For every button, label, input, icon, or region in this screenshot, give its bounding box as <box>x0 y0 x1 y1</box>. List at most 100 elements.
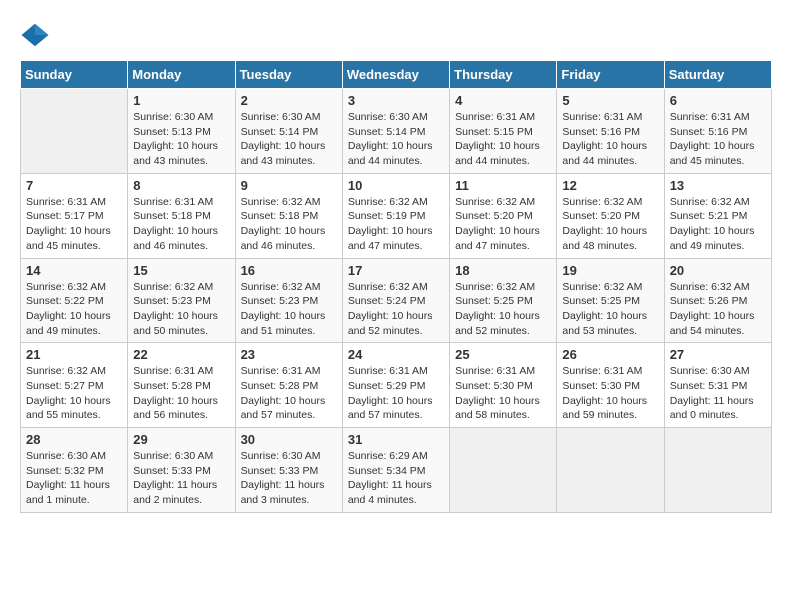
calendar-cell: 4 Sunrise: 6:31 AM Sunset: 5:15 PM Daylig… <box>450 89 557 174</box>
calendar-cell: 15 Sunrise: 6:32 AM Sunset: 5:23 PM Dayli… <box>128 258 235 343</box>
day-number: 18 <box>455 263 551 278</box>
calendar-cell: 12 Sunrise: 6:32 AM Sunset: 5:20 PM Dayli… <box>557 173 664 258</box>
day-info: Sunrise: 6:31 AM Sunset: 5:18 PM Dayligh… <box>133 195 229 254</box>
day-number: 28 <box>26 432 122 447</box>
calendar-header-row: SundayMondayTuesdayWednesdayThursdayFrid… <box>21 61 772 89</box>
day-number: 2 <box>241 93 337 108</box>
day-number: 5 <box>562 93 658 108</box>
calendar-cell: 24 Sunrise: 6:31 AM Sunset: 5:29 PM Dayli… <box>342 343 449 428</box>
calendar-cell: 26Sunrise: 6:31 AM Sunset: 5:30 PM Dayli… <box>557 343 664 428</box>
day-number: 17 <box>348 263 444 278</box>
day-info: Sunrise: 6:29 AM Sunset: 5:34 PM Dayligh… <box>348 449 444 508</box>
day-number: 21 <box>26 347 122 362</box>
calendar-cell: 31 Sunrise: 6:29 AM Sunset: 5:34 PM Dayli… <box>342 428 449 513</box>
day-of-week-header: Saturday <box>664 61 771 89</box>
calendar-cell: 3 Sunrise: 6:30 AM Sunset: 5:14 PM Daylig… <box>342 89 449 174</box>
day-info: Sunrise: 6:32 AM Sunset: 5:24 PM Dayligh… <box>348 280 444 339</box>
day-of-week-header: Sunday <box>21 61 128 89</box>
day-info: Sunrise: 6:30 AM Sunset: 5:14 PM Dayligh… <box>241 110 337 169</box>
day-number: 9 <box>241 178 337 193</box>
day-number: 10 <box>348 178 444 193</box>
calendar-cell: 28 Sunrise: 6:30 AM Sunset: 5:32 PM Dayli… <box>21 428 128 513</box>
day-info: Sunrise: 6:32 AM Sunset: 5:21 PM Dayligh… <box>670 195 766 254</box>
calendar-cell: 14 Sunrise: 6:32 AM Sunset: 5:22 PM Dayli… <box>21 258 128 343</box>
calendar-cell: 17 Sunrise: 6:32 AM Sunset: 5:24 PM Dayli… <box>342 258 449 343</box>
day-number: 20 <box>670 263 766 278</box>
day-info: Sunrise: 6:32 AM Sunset: 5:20 PM Dayligh… <box>562 195 658 254</box>
day-info: Sunrise: 6:30 AM Sunset: 5:32 PM Dayligh… <box>26 449 122 508</box>
calendar-week-row: 14 Sunrise: 6:32 AM Sunset: 5:22 PM Dayli… <box>21 258 772 343</box>
day-info: Sunrise: 6:30 AM Sunset: 5:13 PM Dayligh… <box>133 110 229 169</box>
day-number: 13 <box>670 178 766 193</box>
calendar-cell: 9 Sunrise: 6:32 AM Sunset: 5:18 PM Daylig… <box>235 173 342 258</box>
day-info: Sunrise: 6:32 AM Sunset: 5:26 PM Dayligh… <box>670 280 766 339</box>
day-of-week-header: Wednesday <box>342 61 449 89</box>
calendar-cell: 5 Sunrise: 6:31 AM Sunset: 5:16 PM Daylig… <box>557 89 664 174</box>
day-info: Sunrise: 6:32 AM Sunset: 5:25 PM Dayligh… <box>562 280 658 339</box>
calendar-cell: 7Sunrise: 6:31 AM Sunset: 5:17 PM Daylig… <box>21 173 128 258</box>
day-info: Sunrise: 6:30 AM Sunset: 5:14 PM Dayligh… <box>348 110 444 169</box>
calendar-cell: 11Sunrise: 6:32 AM Sunset: 5:20 PM Dayli… <box>450 173 557 258</box>
calendar-cell: 16 Sunrise: 6:32 AM Sunset: 5:23 PM Dayli… <box>235 258 342 343</box>
day-of-week-header: Tuesday <box>235 61 342 89</box>
day-number: 11 <box>455 178 551 193</box>
day-number: 3 <box>348 93 444 108</box>
calendar-cell: 13 Sunrise: 6:32 AM Sunset: 5:21 PM Dayli… <box>664 173 771 258</box>
calendar-cell <box>21 89 128 174</box>
day-number: 1 <box>133 93 229 108</box>
calendar-cell: 2 Sunrise: 6:30 AM Sunset: 5:14 PM Daylig… <box>235 89 342 174</box>
day-of-week-header: Monday <box>128 61 235 89</box>
calendar-cell: 23Sunrise: 6:31 AM Sunset: 5:28 PM Dayli… <box>235 343 342 428</box>
day-number: 14 <box>26 263 122 278</box>
day-of-week-header: Friday <box>557 61 664 89</box>
calendar-cell: 25 Sunrise: 6:31 AM Sunset: 5:30 PM Dayli… <box>450 343 557 428</box>
day-number: 16 <box>241 263 337 278</box>
day-number: 31 <box>348 432 444 447</box>
day-info: Sunrise: 6:30 AM Sunset: 5:33 PM Dayligh… <box>133 449 229 508</box>
day-number: 24 <box>348 347 444 362</box>
calendar-cell: 20 Sunrise: 6:32 AM Sunset: 5:26 PM Dayli… <box>664 258 771 343</box>
calendar-cell: 29Sunrise: 6:30 AM Sunset: 5:33 PM Dayli… <box>128 428 235 513</box>
calendar-week-row: 28 Sunrise: 6:30 AM Sunset: 5:32 PM Dayli… <box>21 428 772 513</box>
day-number: 6 <box>670 93 766 108</box>
day-info: Sunrise: 6:32 AM Sunset: 5:23 PM Dayligh… <box>133 280 229 339</box>
day-info: Sunrise: 6:32 AM Sunset: 5:27 PM Dayligh… <box>26 364 122 423</box>
calendar-cell <box>450 428 557 513</box>
day-info: Sunrise: 6:31 AM Sunset: 5:28 PM Dayligh… <box>241 364 337 423</box>
day-info: Sunrise: 6:31 AM Sunset: 5:16 PM Dayligh… <box>670 110 766 169</box>
day-info: Sunrise: 6:32 AM Sunset: 5:18 PM Dayligh… <box>241 195 337 254</box>
day-info: Sunrise: 6:32 AM Sunset: 5:22 PM Dayligh… <box>26 280 122 339</box>
day-number: 25 <box>455 347 551 362</box>
calendar-cell: 21 Sunrise: 6:32 AM Sunset: 5:27 PM Dayli… <box>21 343 128 428</box>
logo-icon <box>20 20 50 50</box>
day-info: Sunrise: 6:32 AM Sunset: 5:23 PM Dayligh… <box>241 280 337 339</box>
calendar-cell: 22Sunrise: 6:31 AM Sunset: 5:28 PM Dayli… <box>128 343 235 428</box>
day-info: Sunrise: 6:31 AM Sunset: 5:30 PM Dayligh… <box>455 364 551 423</box>
calendar-cell <box>557 428 664 513</box>
day-number: 27 <box>670 347 766 362</box>
calendar-cell: 6 Sunrise: 6:31 AM Sunset: 5:16 PM Daylig… <box>664 89 771 174</box>
calendar-cell <box>664 428 771 513</box>
day-number: 12 <box>562 178 658 193</box>
day-info: Sunrise: 6:32 AM Sunset: 5:25 PM Dayligh… <box>455 280 551 339</box>
day-number: 19 <box>562 263 658 278</box>
calendar-cell: 30Sunrise: 6:30 AM Sunset: 5:33 PM Dayli… <box>235 428 342 513</box>
calendar-week-row: 21 Sunrise: 6:32 AM Sunset: 5:27 PM Dayli… <box>21 343 772 428</box>
day-number: 15 <box>133 263 229 278</box>
day-number: 22 <box>133 347 229 362</box>
day-number: 4 <box>455 93 551 108</box>
logo <box>20 20 54 50</box>
calendar-cell: 8 Sunrise: 6:31 AM Sunset: 5:18 PM Daylig… <box>128 173 235 258</box>
calendar-cell: 1 Sunrise: 6:30 AM Sunset: 5:13 PM Daylig… <box>128 89 235 174</box>
day-number: 8 <box>133 178 229 193</box>
day-info: Sunrise: 6:31 AM Sunset: 5:15 PM Dayligh… <box>455 110 551 169</box>
day-info: Sunrise: 6:31 AM Sunset: 5:29 PM Dayligh… <box>348 364 444 423</box>
day-info: Sunrise: 6:31 AM Sunset: 5:16 PM Dayligh… <box>562 110 658 169</box>
page-header <box>20 20 772 50</box>
day-info: Sunrise: 6:31 AM Sunset: 5:30 PM Dayligh… <box>562 364 658 423</box>
calendar-cell: 19 Sunrise: 6:32 AM Sunset: 5:25 PM Dayli… <box>557 258 664 343</box>
day-of-week-header: Thursday <box>450 61 557 89</box>
day-number: 30 <box>241 432 337 447</box>
calendar-table: SundayMondayTuesdayWednesdayThursdayFrid… <box>20 60 772 513</box>
calendar-week-row: 1 Sunrise: 6:30 AM Sunset: 5:13 PM Daylig… <box>21 89 772 174</box>
